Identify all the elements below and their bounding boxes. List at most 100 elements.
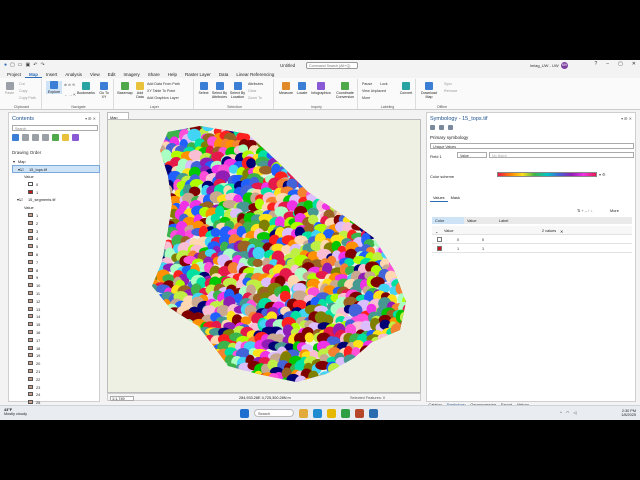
legend-swatch[interactable]	[28, 353, 33, 358]
values-count-close-icon[interactable]: ✕	[560, 229, 563, 234]
select-button[interactable]: Select	[197, 82, 210, 95]
legend-swatch[interactable]	[28, 244, 33, 249]
pause-button[interactable]: Pause	[362, 82, 372, 86]
open-icon[interactable]: ▭	[18, 62, 23, 68]
field-select[interactable]: Value	[457, 152, 487, 158]
new-project-icon[interactable]: ▢	[10, 62, 15, 68]
label-cell[interactable]: 1	[482, 247, 484, 251]
tab-data[interactable]: Data	[215, 71, 233, 78]
color-scheme-dropdown-icon[interactable]: ▾ ⚙	[599, 172, 606, 177]
measure-button[interactable]: Measure	[278, 82, 294, 95]
paste-button[interactable]: Paste	[3, 82, 16, 95]
legend-swatch[interactable]	[28, 181, 33, 186]
tab-raster-layer[interactable]: Raster Layer	[181, 71, 215, 78]
remove-button[interactable]: Remove	[444, 89, 457, 93]
tab-edit[interactable]: Edit	[104, 71, 120, 78]
value-row[interactable]: 11	[432, 244, 632, 253]
xy-table-to-point-button[interactable]: XY Table To Point	[147, 89, 175, 93]
map-scale-input[interactable]: 1:1,749	[110, 395, 134, 401]
value-column-header[interactable]: Value	[464, 217, 496, 224]
list-by-selection-icon[interactable]	[32, 134, 39, 141]
tab-view[interactable]: View	[86, 71, 104, 78]
layer-item-15-segments[interactable]: ▾☑ 15_segments.tif	[12, 196, 100, 204]
add-graphics-layer-button[interactable]: Add Graphics Layer	[147, 96, 179, 100]
coordinate-conversion-button[interactable]: Coordinate Conversion	[333, 82, 357, 99]
taskbar-search-input[interactable]: Search	[254, 409, 294, 417]
field-secondary-select[interactable]: My Batch	[489, 152, 634, 158]
excel-icon[interactable]	[341, 408, 350, 418]
legend-swatch[interactable]	[28, 228, 33, 233]
edge-icon[interactable]	[313, 408, 322, 418]
zoom-to-button[interactable]: Zoom To	[248, 96, 262, 100]
tab-mask[interactable]: Mask	[448, 195, 463, 202]
legend-swatch[interactable]	[28, 322, 33, 327]
symbology-options-icon[interactable]	[448, 125, 453, 130]
start-icon[interactable]	[240, 408, 249, 418]
list-by-snapping-icon[interactable]	[52, 134, 59, 141]
locate-button[interactable]: Locate	[295, 82, 309, 95]
legend-swatch[interactable]	[28, 236, 33, 241]
legend-swatch[interactable]	[28, 392, 33, 397]
legend-swatch[interactable]	[28, 337, 33, 342]
legend-swatch[interactable]	[28, 275, 33, 280]
contents-pane-controls[interactable]: ▾ ⊞ ✕	[85, 116, 96, 121]
color-scheme-ramp[interactable]	[497, 172, 597, 177]
tab-map[interactable]: Map	[107, 112, 129, 120]
basemap-button[interactable]: Basemap	[117, 82, 133, 95]
convert-button[interactable]: Convert	[398, 82, 414, 95]
close-icon[interactable]: ✕	[632, 61, 636, 67]
cut-button[interactable]: Cut	[19, 82, 25, 86]
legend-swatch[interactable]	[28, 361, 33, 366]
copy-path-button[interactable]: Copy Path	[19, 96, 36, 100]
legend-swatch[interactable]	[28, 306, 33, 311]
layer-visibility-checkbox[interactable]: ▾☑	[17, 197, 22, 202]
arcgis-pro-icon[interactable]	[369, 408, 378, 418]
list-by-drawing-order-icon[interactable]	[12, 134, 19, 141]
legend-swatch[interactable]	[28, 298, 33, 303]
map-node[interactable]: ▾ Map	[12, 157, 100, 165]
help-icon[interactable]: ?	[595, 61, 598, 67]
goto-xy-button[interactable]: Go To XY	[97, 82, 111, 99]
system-tray-icons[interactable]: ^ ◠ ◁	[560, 410, 576, 415]
copy-button[interactable]: Copy	[19, 89, 27, 93]
tab-linear-referencing[interactable]: Linear Referencing	[232, 71, 278, 78]
zoom-controls[interactable]: ⊕ ⊖ ⟲	[64, 83, 75, 87]
list-by-labeling-icon[interactable]	[62, 134, 69, 141]
legend-swatch[interactable]	[28, 314, 33, 319]
tab-share[interactable]: Share	[144, 71, 164, 78]
add-data-button[interactable]: Add Data	[134, 82, 146, 99]
legend-swatch[interactable]	[28, 369, 33, 374]
legend-swatch[interactable]	[28, 400, 33, 405]
lock-button[interactable]: Lock	[380, 82, 388, 86]
legend-swatch[interactable]	[28, 291, 33, 296]
legend-swatch[interactable]	[28, 213, 33, 218]
weather-widget[interactable]: 43°F Mostly cloudy	[4, 408, 27, 417]
value-symbol-swatch[interactable]	[437, 246, 442, 251]
file-explorer-icon[interactable]	[299, 408, 308, 418]
symbology-pane-controls[interactable]: ▾ ⊞ ✕	[621, 116, 632, 121]
layer-item-15-tops[interactable]: ▾☑ 15_tops.tif	[12, 164, 100, 173]
contents-search-input[interactable]: Search	[12, 125, 98, 131]
list-by-editing-icon[interactable]	[42, 134, 49, 141]
chrome-icon[interactable]	[327, 408, 336, 418]
avatar[interactable]: MH	[561, 61, 568, 69]
tab-insert[interactable]: Insert	[42, 71, 61, 78]
minimize-icon[interactable]: –	[606, 61, 609, 67]
list-by-source-icon[interactable]	[22, 134, 29, 141]
clear-button[interactable]: Clear	[248, 89, 257, 93]
system-clock[interactable]: 2:30 PM 1/8/2025	[621, 409, 636, 418]
tab-imagery[interactable]: Imagery	[120, 71, 144, 78]
tab-help[interactable]: Help	[164, 71, 181, 78]
app-icon[interactable]: ●	[4, 62, 7, 68]
symbology-method-select[interactable]: Unique Values	[430, 143, 634, 149]
powerpoint-icon[interactable]	[355, 408, 364, 418]
undo-icon[interactable]: ↶	[33, 62, 37, 68]
tab-project[interactable]: Project	[3, 71, 25, 78]
wifi-icon[interactable]: ◠	[566, 410, 570, 415]
tab-analysis[interactable]: Analysis	[61, 71, 86, 78]
map-view[interactable]	[107, 119, 421, 393]
legend-swatch[interactable]	[28, 330, 33, 335]
infographics-button[interactable]: Infographics	[310, 82, 332, 95]
sync-button[interactable]: Sync	[444, 82, 452, 86]
values-group-row[interactable]: ⌄ Value 2 values ✕	[432, 226, 632, 235]
